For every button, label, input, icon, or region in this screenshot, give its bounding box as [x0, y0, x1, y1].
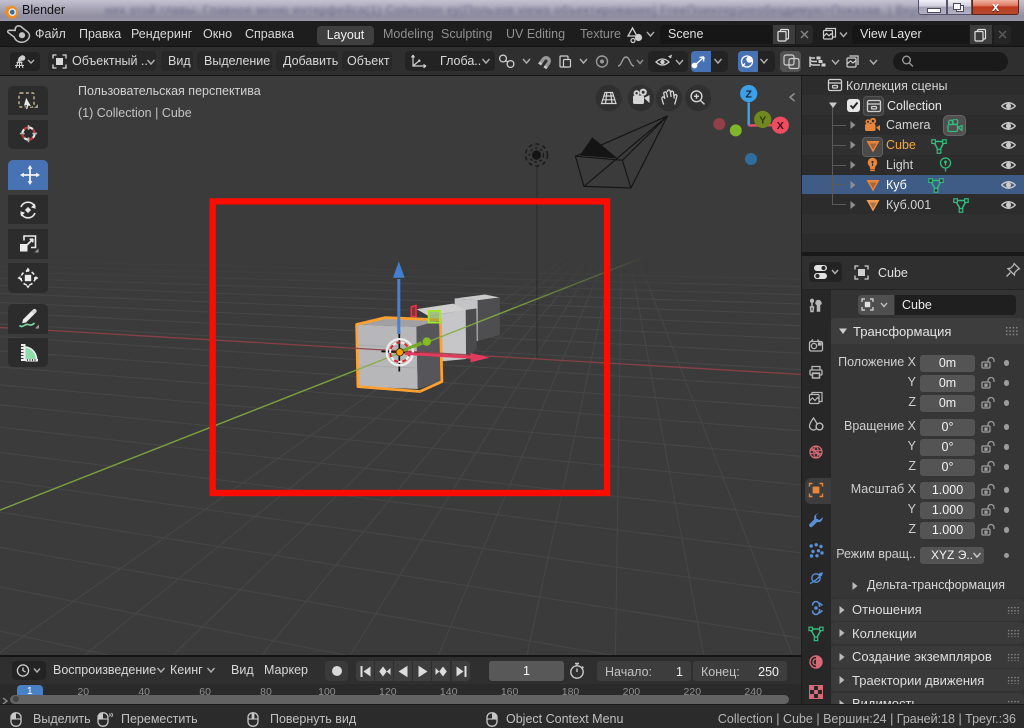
svg-text:(1) Collection | Cube: (1) Collection | Cube	[78, 106, 192, 120]
svg-text:Пользовательская перспектива: Пользовательская перспектива	[78, 84, 261, 98]
svg-text:Z: Z	[745, 89, 752, 101]
svg-text:X: X	[777, 120, 784, 132]
svg-text:Y: Y	[759, 114, 766, 126]
